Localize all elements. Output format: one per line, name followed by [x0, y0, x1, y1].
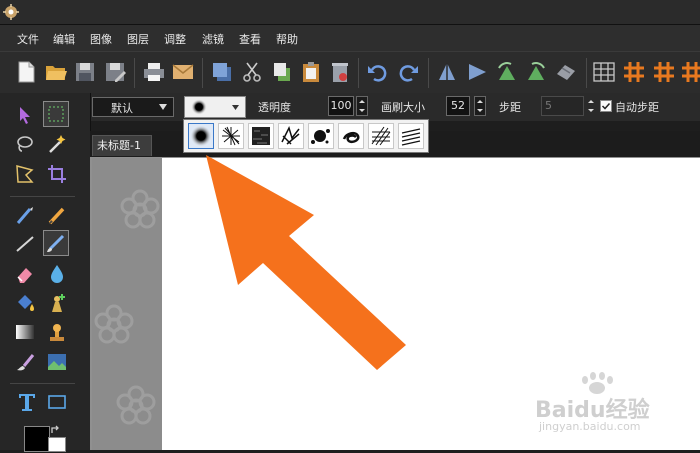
watermark-url: jingyan.baidu.com — [539, 420, 641, 433]
arrow-shape — [206, 155, 406, 370]
baidu-watermark: Baidu经验 jingyan.baidu.com — [535, 370, 695, 440]
paw-logo-icon — [582, 372, 613, 394]
